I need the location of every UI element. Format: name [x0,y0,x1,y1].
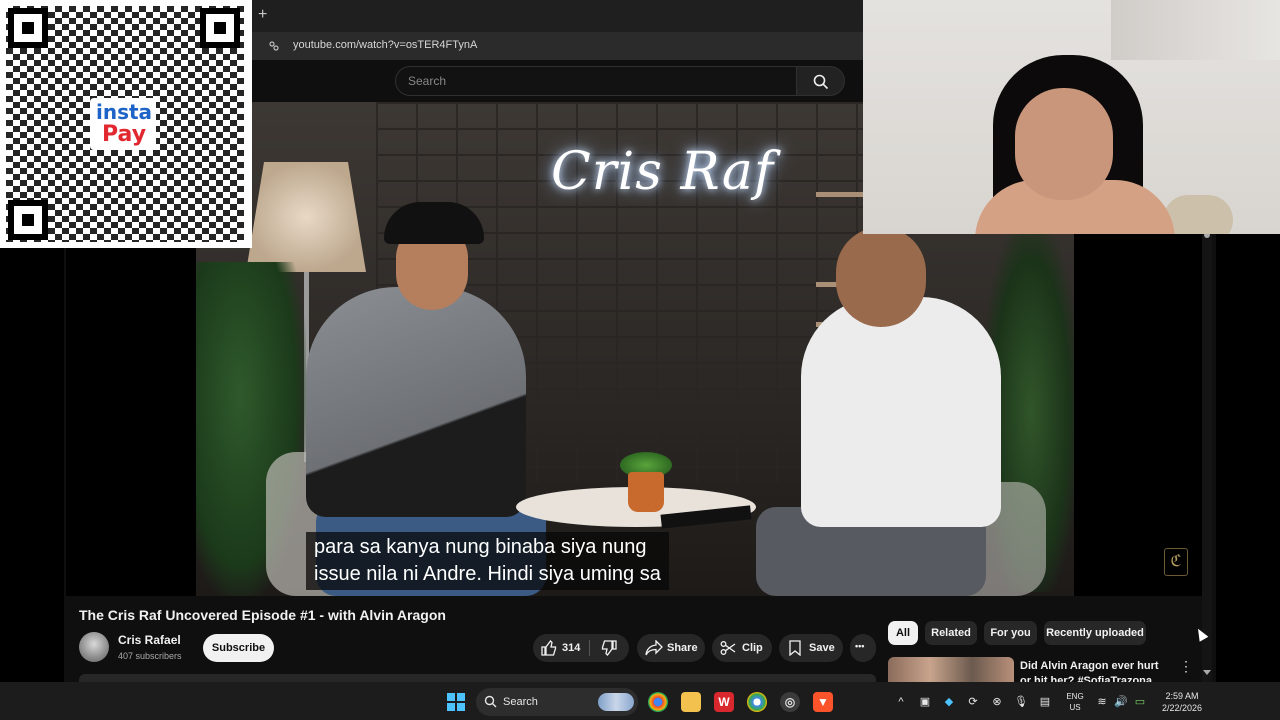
host-body [306,287,526,517]
neon-sign: Cris Raf [551,142,775,202]
share-button[interactable]: Share [637,634,705,662]
guest-body [801,297,1001,527]
chip-recently-uploaded[interactable]: Recently uploaded [1044,621,1146,645]
taskbar-search[interactable]: Search [476,688,638,716]
tray-sync-icon[interactable]: ⟳ [966,695,980,709]
save-button[interactable]: Save [779,634,843,662]
like-icon[interactable] [541,640,557,656]
youtube-header: Search [252,60,863,102]
volume-icon[interactable]: 🔊 [1114,695,1128,709]
captions: para sa kanya nung binaba siya nung issu… [306,532,669,590]
search-highlight-art [598,693,634,711]
taskbar-search-icon [484,695,497,708]
clock[interactable]: 2:59 AM 2/22/2026 [1156,690,1208,714]
recommendation-thumbnail[interactable] [888,657,1014,682]
webcam-person-face [1015,88,1113,200]
more-dots-icon: ••• [855,641,865,651]
scissors-icon [720,641,736,655]
webcam-wall [1111,0,1280,60]
language-code: ENG [1066,692,1084,701]
wps-office-icon[interactable]: W [714,692,734,712]
chip-all[interactable]: All [888,621,918,645]
chip-related[interactable]: Related [925,621,977,645]
clip-button[interactable]: Clip [712,634,772,662]
lamp-shade [246,162,366,272]
save-label: Save [809,642,835,654]
obs-icon[interactable]: ◎ [780,692,800,712]
microphone-icon[interactable]: 🎙 [1014,695,1028,709]
qr-finder-top-right [200,8,240,48]
qr-finder-top-left [8,8,48,48]
tray-app-icon[interactable]: ▣ [918,695,932,709]
chip-for-you[interactable]: For you [984,621,1037,645]
plant-pot [628,472,664,512]
language-indicator[interactable]: ENG US [1064,691,1086,713]
file-explorer-icon[interactable] [681,692,701,712]
instapay-qr-code: insta Pay [0,0,252,248]
channel-watermark-icon[interactable]: ℭ [1164,548,1188,576]
subscriber-count: 407 subscribers [118,651,182,661]
brave-browser-icon[interactable]: ▼ [813,692,833,712]
video-title: The Cris Raf Uncovered Episode #1 - with… [79,607,446,623]
chevron-up-icon[interactable]: ^ [894,695,908,709]
like-divider [589,640,590,656]
search-input[interactable]: Search [395,66,797,96]
region-code: US [1069,703,1081,712]
scrollbar[interactable] [1202,236,1212,682]
share-icon [645,640,663,656]
windows-taskbar: Search W ◎ ▼ ^ ▣ ◆ ⟳ ⊗ 🎙 ▤ ENG US ≋ 🔊 ▭ … [0,682,1280,720]
bookmark-icon [789,640,801,656]
tray-bluetooth-icon[interactable]: ⊗ [990,695,1004,709]
left-margin [0,248,64,682]
caption-line-1: para sa kanya nung binaba siya nung [314,536,647,558]
wifi-icon[interactable]: ≋ [1095,695,1109,709]
clip-label: Clip [742,642,763,654]
qr-finder-bottom-left [8,200,48,240]
channel-name[interactable]: Cris Rafael [118,633,181,647]
share-label: Share [667,642,698,654]
channel-avatar[interactable] [79,632,109,662]
more-actions-button[interactable]: ••• [850,634,876,662]
windows-start-icon[interactable] [447,693,465,711]
right-margin [1216,234,1280,682]
screen: + youtube.com/watch?v=osTER4FTynA Search [0,0,1280,720]
search-placeholder: Search [408,74,447,88]
tray-edge-icon[interactable]: ◆ [942,695,956,709]
clock-date: 2/22/2026 [1161,703,1203,713]
instapay-logo-top: insta [96,100,153,124]
like-count[interactable]: 314 [562,642,580,654]
battery-icon[interactable]: ▭ [1133,695,1147,709]
subscribe-button[interactable]: Subscribe [203,634,274,662]
site-settings-icon[interactable] [268,40,280,52]
tray-device-icon[interactable]: ▤ [1038,695,1052,709]
caption-line-2: issue nila ni Andre. Hindi siya uming sa [314,563,661,585]
new-tab-button[interactable]: + [258,6,267,24]
scroll-down-arrow-icon[interactable] [1203,670,1211,675]
instapay-logo: insta Pay [90,98,156,150]
chrome-icon[interactable] [648,692,668,712]
description-box[interactable] [79,674,876,682]
browser-tab-bar: + [252,0,863,32]
recommendation-title[interactable]: Did Alvin Aragon ever hurt or hit her? #… [1020,659,1170,682]
address-url[interactable]: youtube.com/watch?v=osTER4FTynA [293,39,477,51]
taskbar-search-label: Search [503,696,538,708]
like-dislike-group: 314 [533,634,629,662]
guest-head [836,227,926,327]
search-button[interactable] [797,66,845,96]
dislike-icon[interactable] [601,640,617,656]
instapay-logo-bottom: Pay [102,122,147,147]
host-cap [384,202,484,244]
recommendation-menu-icon[interactable]: ⋮ [1179,659,1193,675]
address-bar[interactable]: youtube.com/watch?v=osTER4FTynA [252,32,863,60]
webcam-overlay [863,0,1280,234]
chrome-profile-icon[interactable] [747,692,767,712]
search-icon [813,74,829,90]
clock-time: 2:59 AM [1165,691,1199,701]
